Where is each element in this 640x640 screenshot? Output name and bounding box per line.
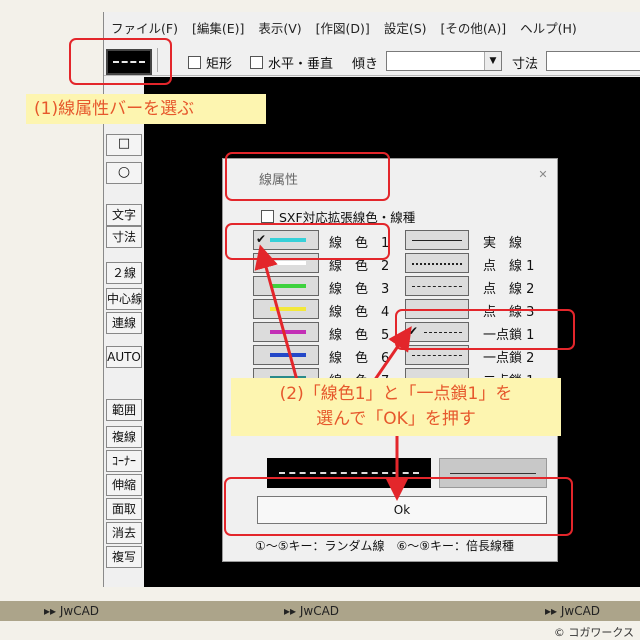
menu-item[interactable]: [編集(E)] bbox=[185, 18, 251, 37]
line-type-sample bbox=[412, 286, 462, 287]
line-type-label: 点 線 2 bbox=[483, 282, 535, 297]
side-tool-button[interactable]: 複写 bbox=[106, 546, 142, 568]
color-swatch bbox=[270, 284, 306, 288]
step-2-line-2: 選んで「OK」を押す bbox=[316, 409, 476, 429]
circle-icon: ○ bbox=[117, 164, 131, 180]
step-2-line-1: (2)「線色1」と「一点鎖1」を bbox=[279, 384, 513, 404]
side-tool-button[interactable]: ２線 bbox=[106, 262, 142, 284]
rectangle-checkbox[interactable]: 矩形 bbox=[188, 53, 232, 72]
highlight-dash-dot-1 bbox=[395, 309, 575, 350]
preview-line bbox=[279, 472, 419, 474]
line-color-label: 線 色 5 bbox=[329, 328, 390, 343]
menu-item[interactable]: [その他(A)] bbox=[434, 18, 514, 37]
step-1-callout: (1)線属性バーを選ぶ bbox=[26, 94, 266, 124]
dimension-label: 寸法 bbox=[512, 57, 539, 72]
side-tool-button[interactable]: 連線 bbox=[106, 312, 142, 334]
horizontal-vertical-label: 水平・垂直 bbox=[268, 57, 334, 72]
line-color-button[interactable] bbox=[253, 299, 319, 319]
toolbar: 矩形 水平・垂直 傾き ▼ 寸法 bbox=[104, 44, 640, 76]
side-tool-button[interactable]: 範囲 bbox=[106, 399, 142, 421]
dropdown-arrow-icon[interactable]: ▼ bbox=[484, 52, 501, 70]
line-type-sample bbox=[412, 263, 462, 265]
color-swatch bbox=[270, 261, 306, 265]
tilt-select[interactable]: ▼ bbox=[386, 51, 502, 71]
copyright: © コガワークス bbox=[553, 626, 634, 639]
menu-item[interactable]: [作図(D)] bbox=[309, 18, 377, 37]
checkbox-icon bbox=[250, 56, 263, 69]
step-2-callout: (2)「線色1」と「一点鎖1」を 選んで「OK」を押す bbox=[231, 378, 561, 436]
preview-line bbox=[450, 473, 536, 474]
checkbox-icon bbox=[261, 210, 274, 223]
color-swatch bbox=[270, 330, 306, 334]
keyboard-hint: ①～⑤キー：ランダム線 ⑥～⑨キー：倍長線種 bbox=[255, 539, 515, 553]
line-type-button[interactable] bbox=[405, 253, 469, 273]
line-type-button[interactable] bbox=[405, 230, 469, 250]
side-tool-button[interactable]: 伸縮 bbox=[106, 474, 142, 496]
side-tool-button[interactable]: 消去 bbox=[106, 522, 142, 544]
menu-item[interactable]: 表示(V) bbox=[251, 18, 308, 37]
line-type-sample bbox=[412, 355, 462, 356]
line-type-label: 点 線 1 bbox=[483, 259, 535, 274]
color-swatch bbox=[270, 307, 306, 311]
footer-bar: ▸▸ JwCAD ▸▸ JwCAD ▸▸ JwCAD bbox=[0, 601, 640, 621]
line-color-button[interactable] bbox=[253, 276, 319, 296]
footer-label: ▸▸ JwCAD bbox=[545, 604, 601, 618]
line-color-label: 線 色 4 bbox=[329, 305, 390, 320]
highlight-line-color-1 bbox=[225, 223, 390, 260]
rectangle-label: 矩形 bbox=[206, 57, 233, 72]
footer-label: ▸▸ JwCAD bbox=[284, 604, 340, 618]
side-tool-button[interactable]: AUTO bbox=[106, 346, 142, 368]
side-tool-button[interactable]: 寸法 bbox=[106, 226, 142, 248]
line-color-button[interactable] bbox=[253, 345, 319, 365]
highlight-ok-button bbox=[224, 477, 573, 536]
tilt-label: 傾き bbox=[352, 57, 379, 72]
menu-item[interactable]: 設定(S) bbox=[377, 18, 434, 37]
menu-item[interactable]: ファイル(F) bbox=[104, 18, 185, 37]
side-tool-button[interactable]: 中心線 bbox=[106, 288, 142, 310]
side-tool-button[interactable]: 文字 bbox=[106, 204, 142, 226]
menu-bar: ファイル(F) [編集(E)] 表示(V) [作図(D)] 設定(S) [その他(A)] ヘ… bbox=[104, 12, 640, 42]
side-tool-button[interactable]: 面取 bbox=[106, 498, 142, 520]
side-tool-button[interactable]: ｺｰﾅｰ bbox=[106, 450, 142, 472]
square-icon: □ bbox=[117, 136, 131, 151]
left-toolbar: □ ○ 文字 寸法 ２線中心線 連線 AUTO 範囲複線 ｺｰﾅｰ 伸縮 面取 消去 複写 bbox=[104, 76, 144, 587]
rectangle-tool-button[interactable]: □ bbox=[106, 134, 142, 156]
side-tool-button[interactable]: 複線 bbox=[106, 426, 142, 448]
dimension-field[interactable] bbox=[546, 51, 640, 71]
line-color-button[interactable] bbox=[253, 322, 319, 342]
line-type-sample bbox=[412, 240, 462, 241]
circle-tool-button[interactable]: ○ bbox=[106, 162, 142, 184]
checkbox-icon bbox=[188, 56, 201, 69]
highlight-dialog-title bbox=[225, 152, 390, 201]
highlight-line-attribute-bar bbox=[69, 38, 172, 85]
close-icon[interactable]: ✕ bbox=[535, 167, 551, 183]
horizontal-vertical-checkbox[interactable]: 水平・垂直 bbox=[250, 53, 333, 72]
footer-label: ▸▸ JwCAD bbox=[44, 604, 100, 618]
color-swatch bbox=[270, 353, 306, 357]
line-type-label: 実 線 bbox=[483, 236, 523, 251]
menu-item[interactable]: ヘルプ(H) bbox=[513, 18, 584, 37]
line-color-label: 線 色 6 bbox=[329, 351, 390, 366]
line-color-label: 線 色 3 bbox=[329, 282, 390, 297]
line-type-button[interactable] bbox=[405, 276, 469, 296]
